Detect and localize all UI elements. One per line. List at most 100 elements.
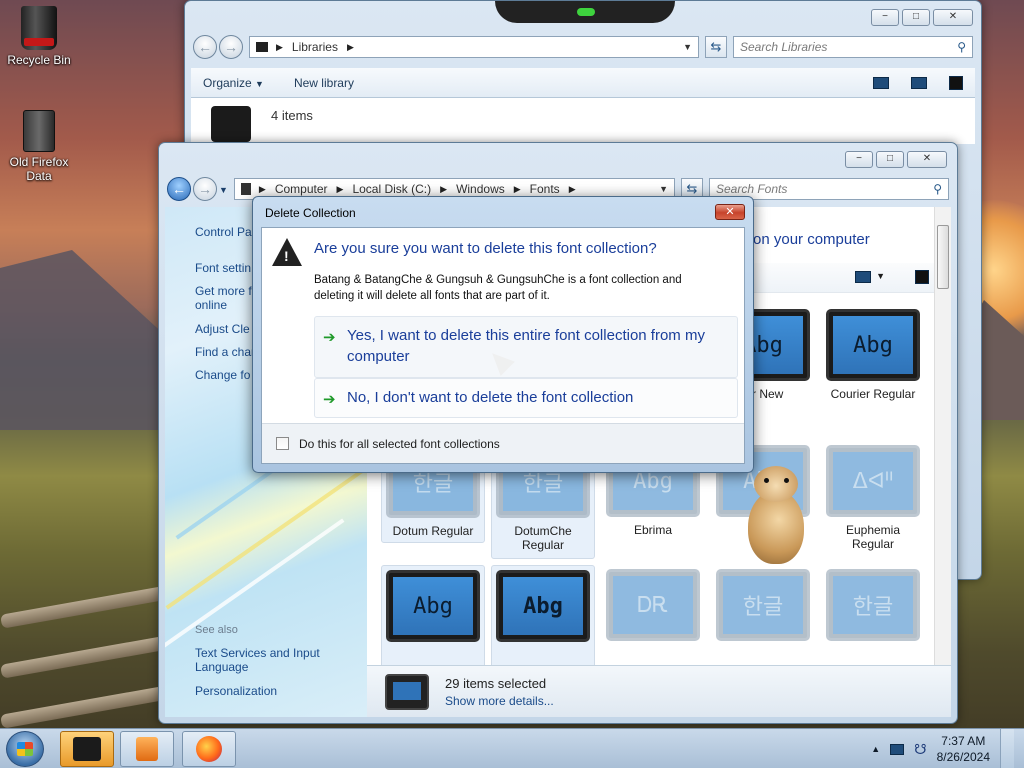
desktop-icon-old-firefox-data[interactable]: Old Firefox Data [1, 110, 77, 183]
taskbar-media-player[interactable] [120, 731, 174, 767]
show-hidden-icons-icon[interactable]: ▲ [871, 744, 880, 754]
forward-button[interactable]: → [193, 177, 217, 201]
chevron-right-icon[interactable]: ▶ [337, 184, 344, 195]
nav-row: ← → ▶ Libraries ▶ ▼ ⇆ Search Libraries ⚲ [193, 35, 973, 59]
chevron-right-icon[interactable]: ▶ [569, 184, 576, 195]
new-library-button[interactable]: New library [294, 76, 354, 90]
minimize-button[interactable]: − [871, 9, 899, 26]
volume-icon[interactable]: ☋ [914, 741, 926, 758]
item-count: 4 items [271, 108, 313, 123]
chevron-down-icon[interactable]: ▼ [659, 184, 668, 194]
scrollbar-thumb[interactable] [937, 225, 949, 289]
apply-all-label[interactable]: Do this for all selected font collection… [299, 437, 500, 451]
font-tile[interactable]: ᐃᐊᐦ Euphemia Regular [821, 441, 925, 551]
search-icon: ⚲ [957, 40, 966, 54]
font-tile[interactable]: 한글 [711, 565, 815, 647]
font-tile[interactable]: Abg [381, 565, 485, 675]
font-label: Dotum Regular [392, 524, 474, 538]
fence-rail [0, 685, 170, 729]
close-button[interactable]: ✕ [907, 151, 947, 168]
organize-menu[interactable]: Organize ▼ [203, 76, 264, 90]
clock[interactable]: 7:37 AM 8/26/2024 [937, 733, 990, 765]
font-tile[interactable]: 한글 [821, 565, 925, 647]
chevron-right-icon[interactable]: ▶ [440, 184, 447, 195]
adjust-cleartype-link[interactable]: Adjust Cle [195, 322, 250, 336]
yes-delete-button[interactable]: ➔ Yes, I want to delete this entire font… [314, 316, 738, 378]
forward-button[interactable]: → [219, 35, 243, 59]
help-icon[interactable] [915, 270, 929, 284]
text-services-link-line2[interactable]: Language [195, 660, 248, 674]
page-heading: on your computer [753, 231, 870, 248]
font-tile[interactable]: Abg [491, 565, 595, 675]
vertical-scrollbar[interactable] [934, 207, 951, 665]
font-icon: ᐃᐊᐦ [826, 445, 920, 517]
see-also-header: See also [195, 624, 238, 636]
caption-buttons: − □ ✕ [845, 151, 947, 168]
breadcrumb-item[interactable]: Windows [456, 182, 505, 196]
personalization-link[interactable]: Personalization [195, 684, 277, 698]
chevron-down-icon: ▼ [255, 78, 264, 89]
desktop-icon-label: Recycle Bin [7, 53, 71, 67]
refresh-button[interactable]: ⇆ [705, 36, 727, 58]
breadcrumb-item[interactable]: Computer [275, 182, 328, 196]
breadcrumb-item[interactable]: Libraries [292, 40, 338, 54]
show-more-details-link[interactable]: Show more details... [445, 694, 554, 708]
desktop-icon-recycle-bin[interactable]: Recycle Bin [1, 6, 77, 67]
dialog-close-button[interactable]: ✕ [715, 204, 745, 220]
back-button[interactable]: ← [193, 35, 217, 59]
font-icon: Abg [826, 309, 920, 381]
maximize-button[interactable]: □ [902, 9, 930, 26]
font-settings-link[interactable]: Font settin [195, 261, 251, 275]
dialog-question: Are you sure you want to delete this fon… [314, 240, 657, 257]
fonts-selection-icon [385, 673, 429, 710]
show-desktop-button[interactable] [1000, 729, 1014, 768]
recent-pages-icon[interactable]: ▼ [219, 185, 228, 201]
yes-delete-label: Yes, I want to delete this entire font c… [347, 327, 705, 365]
apply-all-checkbox[interactable] [276, 437, 289, 450]
text-services-link[interactable]: Text Services and Input [195, 646, 320, 660]
maximize-button[interactable]: □ [876, 151, 904, 168]
chevron-right-icon[interactable]: ▶ [347, 42, 354, 53]
delete-collection-dialog[interactable]: Delete Collection ✕ Are you sure you wan… [252, 196, 754, 473]
font-label-line2: Regular [851, 537, 895, 551]
font-label-line2: Regular [521, 538, 565, 552]
taskbar: ▲ ☋ 7:37 AM 8/26/2024 [0, 728, 1024, 768]
hamster-pet[interactable] [742, 466, 808, 566]
fence-rail [0, 585, 170, 629]
font-label: Courier Regular [830, 387, 916, 401]
search-input[interactable]: Search Libraries ⚲ [733, 36, 973, 58]
view-icon[interactable] [855, 271, 871, 283]
address-bar[interactable]: ▶ Libraries ▶ ▼ [249, 36, 699, 58]
chevron-down-icon[interactable]: ▼ [683, 42, 692, 52]
no-keep-button[interactable]: ➔ No, I don't want to delete the font co… [314, 378, 738, 418]
network-icon[interactable] [890, 743, 905, 755]
view-icon[interactable] [873, 76, 889, 89]
back-button[interactable]: ← [167, 177, 191, 201]
clock-time: 7:37 AM [941, 734, 986, 748]
font-tile[interactable]: Abg Courier Regular [821, 305, 925, 401]
start-button[interactable] [6, 731, 44, 767]
breadcrumb-item[interactable]: Fonts [530, 182, 560, 196]
get-more-fonts-link-line2[interactable]: online [195, 298, 227, 312]
details-pane: 29 items selected Show more details... [367, 665, 951, 717]
taskbar-firefox[interactable] [182, 731, 236, 767]
control-panel-link[interactable]: Control Pa [195, 225, 252, 239]
minimize-button[interactable]: − [845, 151, 873, 168]
breadcrumb-item[interactable]: Local Disk (C:) [352, 182, 431, 196]
preview-pane-icon[interactable] [911, 76, 927, 89]
font-tile[interactable]: ᎠᎡ [601, 565, 705, 647]
font-icon: Abg [386, 570, 480, 642]
desktop-icon-label: Old Firefox Data [9, 155, 69, 183]
taskbar-explorer[interactable] [60, 731, 114, 767]
chevron-down-icon[interactable]: ▼ [876, 271, 885, 281]
chevron-right-icon: ▶ [276, 41, 283, 52]
clock-date: 8/26/2024 [936, 750, 990, 764]
change-font-size-link[interactable]: Change fo [195, 368, 250, 382]
chevron-right-icon[interactable]: ▶ [514, 184, 521, 195]
get-more-fonts-link[interactable]: Get more f [195, 284, 252, 298]
help-icon[interactable] [949, 75, 963, 90]
find-character-link[interactable]: Find a char [195, 345, 255, 359]
font-label: DotumChe [514, 524, 572, 538]
font-icon: Abg [496, 570, 590, 642]
close-button[interactable]: ✕ [933, 9, 973, 26]
